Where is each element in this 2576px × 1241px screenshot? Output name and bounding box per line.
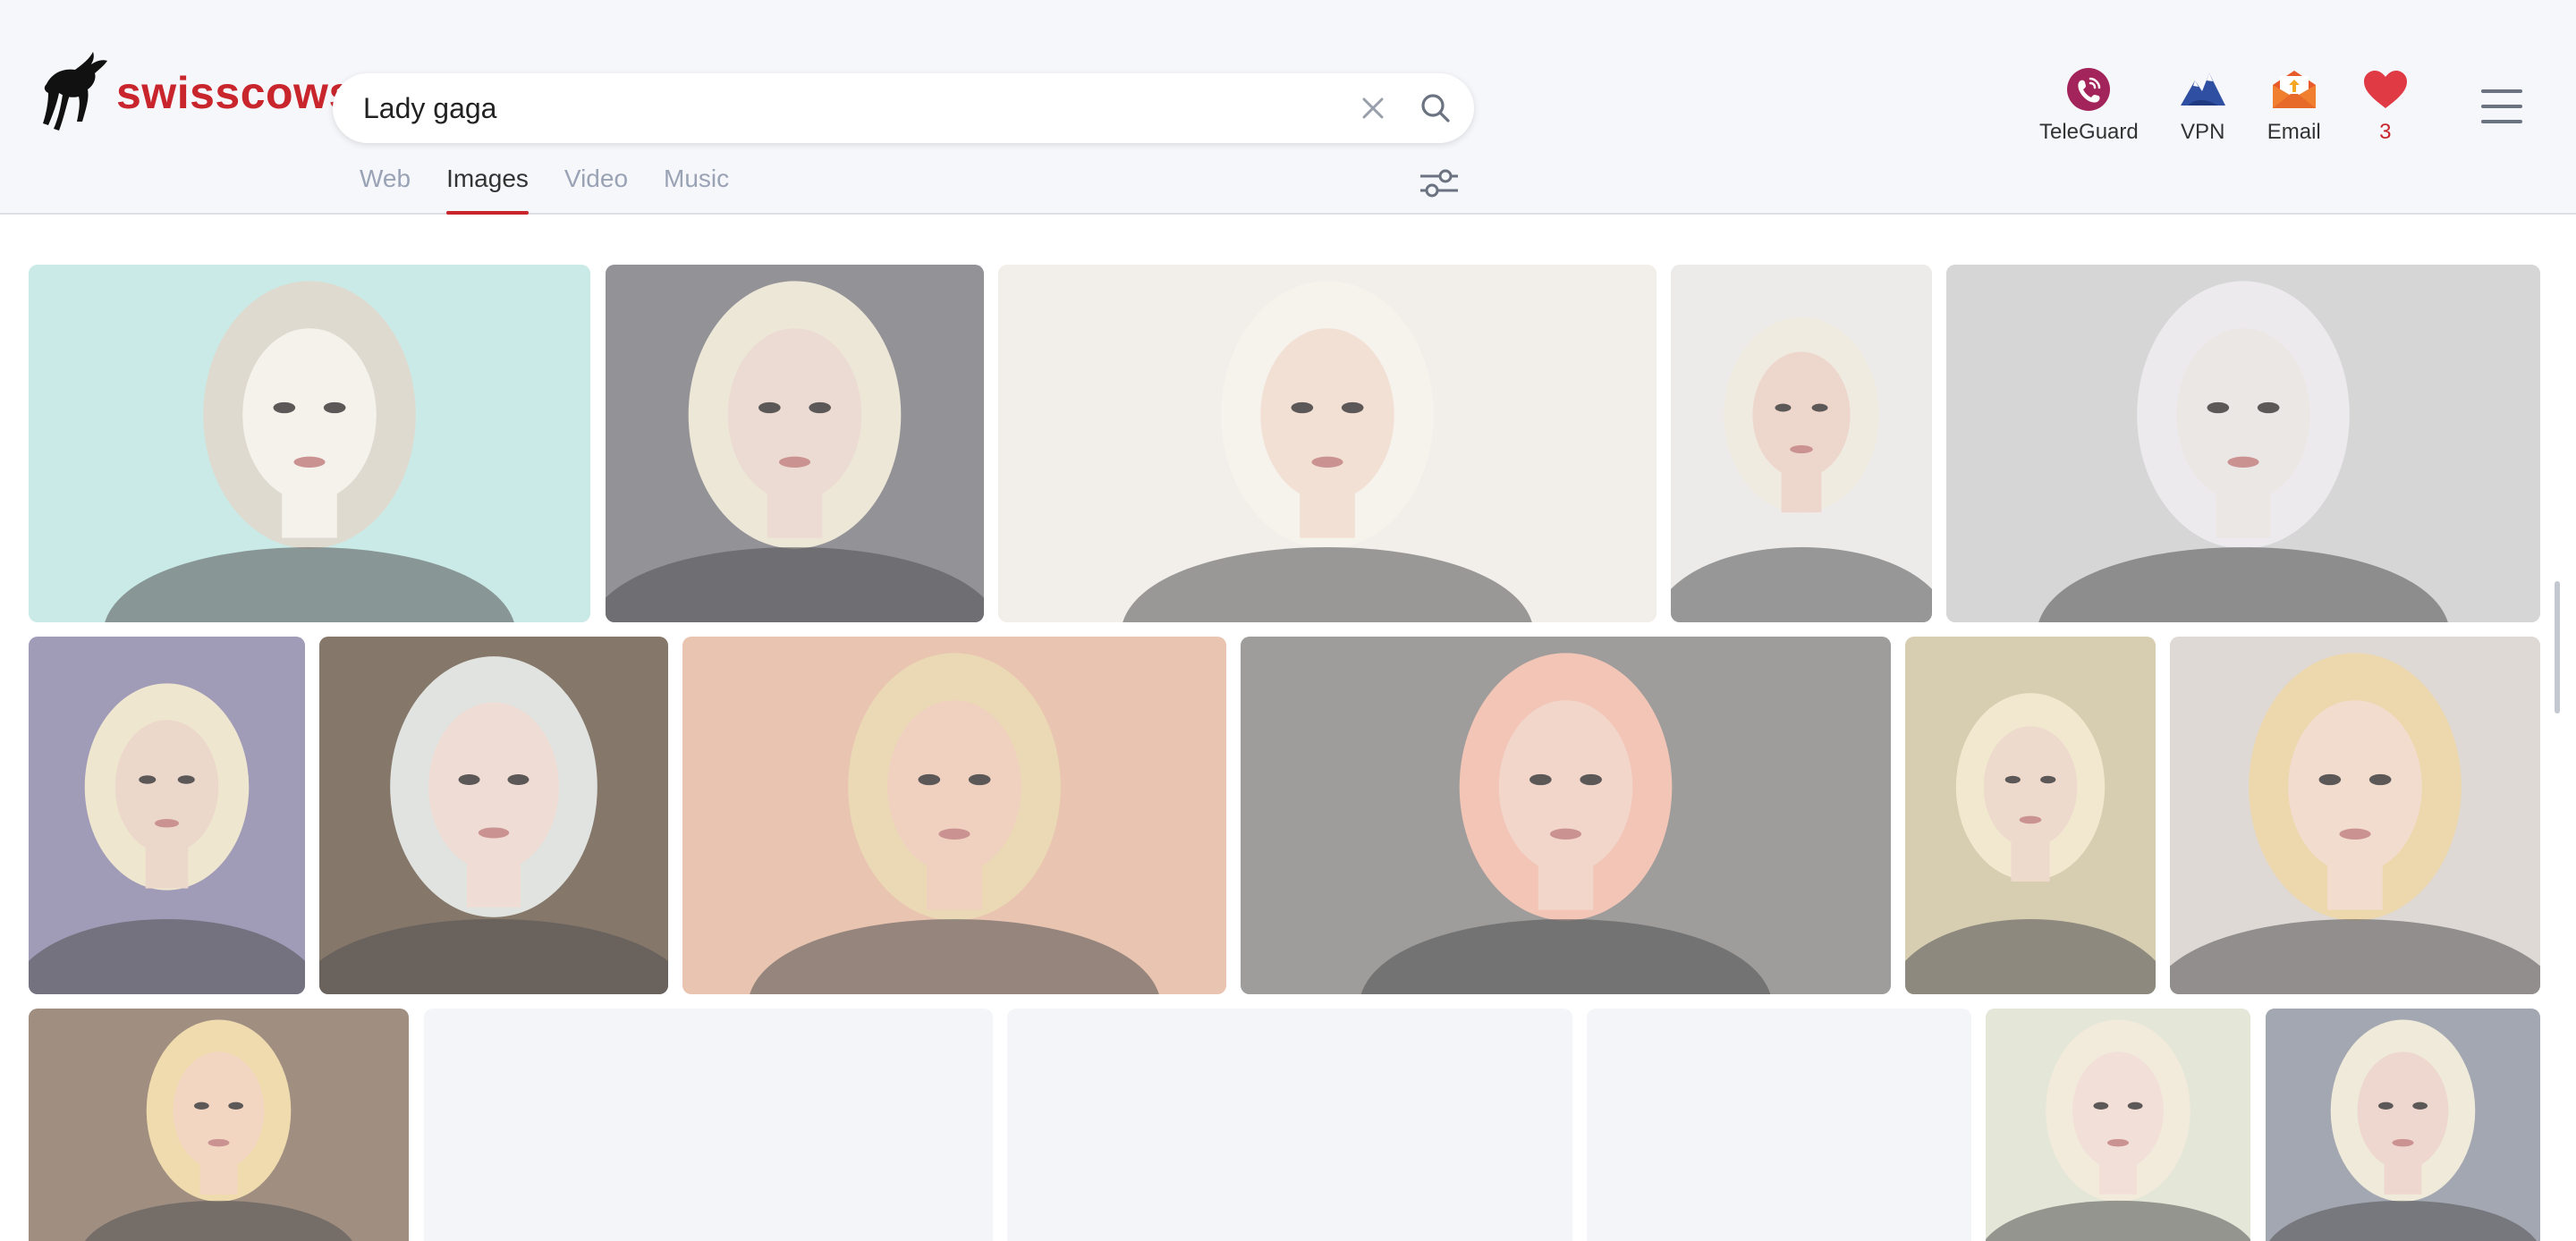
image-result-7[interactable] [319, 637, 668, 994]
image-thumbnail [2266, 1009, 2540, 1241]
image-result-2[interactable] [606, 265, 984, 622]
image-thumbnail [1671, 265, 1932, 622]
image-result-4[interactable] [1671, 265, 1932, 622]
image-thumbnail [606, 265, 984, 622]
image-thumbnail [1946, 265, 2540, 622]
image-thumbnail [1241, 637, 1891, 994]
image-thumbnail [29, 637, 305, 994]
image-thumbnail [2170, 637, 2540, 994]
image-result-9[interactable] [1241, 637, 1891, 994]
image-result-12[interactable] [29, 1009, 409, 1241]
image-thumbnail [319, 637, 668, 994]
image-thumbnail [998, 265, 1657, 622]
image-result-1[interactable] [29, 265, 590, 622]
image-results-grid [0, 0, 2576, 1241]
image-thumbnail [1905, 637, 2156, 994]
image-thumbnail [1986, 1009, 2250, 1241]
image-result-3[interactable] [998, 265, 1657, 622]
image-thumbnail [29, 1009, 409, 1241]
image-result-13[interactable] [424, 1009, 993, 1241]
image-result-14[interactable] [1007, 1009, 1572, 1241]
image-result-16[interactable] [1986, 1009, 2250, 1241]
image-result-15[interactable] [1587, 1009, 1971, 1241]
image-result-6[interactable] [29, 637, 305, 994]
page-scrollbar[interactable] [2555, 581, 2560, 713]
image-result-8[interactable] [682, 637, 1226, 994]
image-result-11[interactable] [2170, 637, 2540, 994]
image-result-5[interactable] [1946, 265, 2540, 622]
image-result-17[interactable] [2266, 1009, 2540, 1241]
image-thumbnail [682, 637, 1226, 994]
image-thumbnail [29, 265, 590, 622]
image-result-10[interactable] [1905, 637, 2156, 994]
